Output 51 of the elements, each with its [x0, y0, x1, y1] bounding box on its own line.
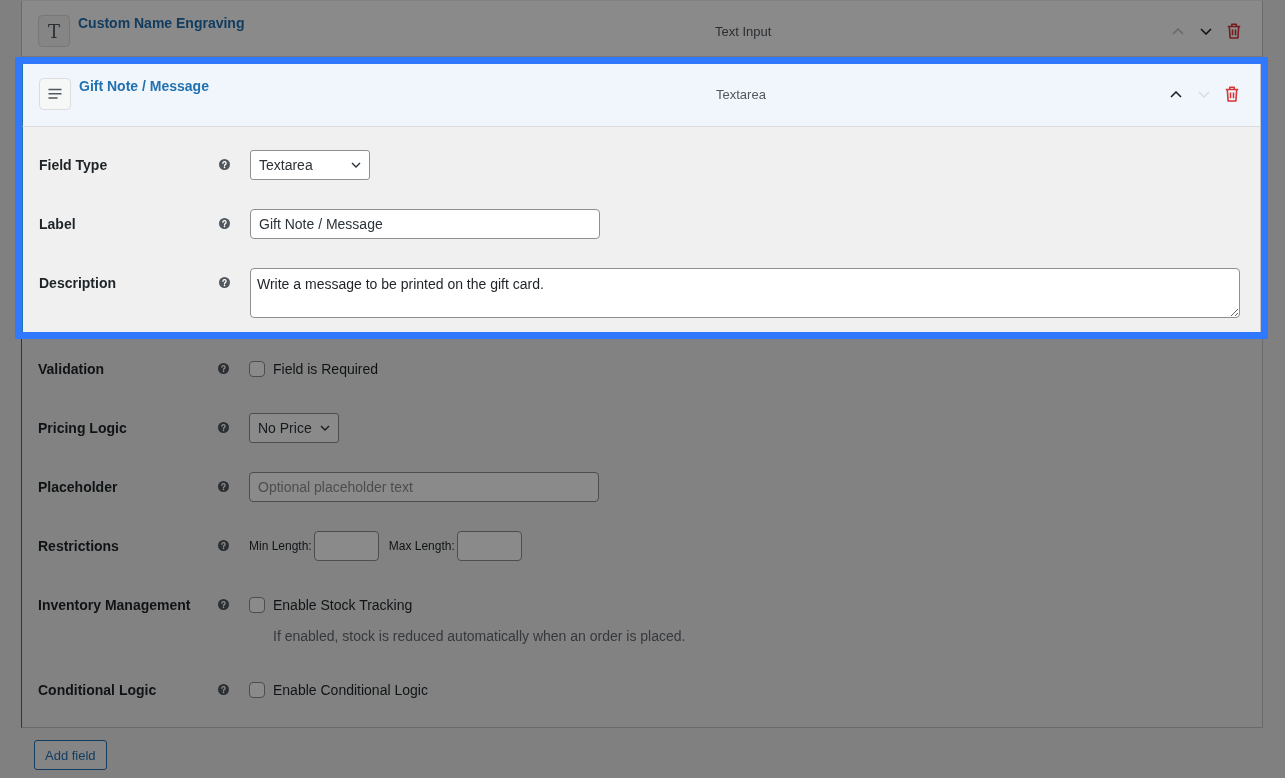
min-length-label: Min Length: [249, 539, 312, 553]
caret-icon [319, 425, 330, 431]
text-input[interactable]: Gift Note / Message [250, 209, 600, 239]
text-input[interactable]: Optional placeholder text [249, 472, 599, 502]
chevron-up-icon [1170, 90, 1182, 98]
help-icon[interactable] [218, 363, 229, 374]
setting-label: Pricing Logic [38, 419, 127, 438]
chevron-down-icon [1200, 27, 1212, 35]
max-length-input[interactable] [456, 531, 522, 561]
add-field-button[interactable]: Add field [34, 740, 107, 770]
chevron-up-icon [1172, 27, 1184, 35]
setting-label: Conditional Logic [38, 681, 157, 700]
trash-icon [1225, 86, 1239, 102]
dropdown-select[interactable]: No Price [249, 413, 339, 443]
help-icon[interactable] [218, 422, 229, 433]
checkbox[interactable] [249, 597, 265, 613]
checkbox[interactable] [249, 682, 265, 698]
checkbox-label[interactable]: Enable Stock Tracking [273, 597, 413, 613]
paragraph-lines-icon [39, 78, 71, 110]
field-title[interactable]: Custom Name Engraving [78, 15, 245, 31]
max-length-label: Max Length: [388, 539, 455, 553]
setting-label: Placeholder [38, 478, 118, 497]
setting-label: Inventory Management [38, 596, 191, 615]
help-text: If enabled, stock is reduced automatically when an order is placed. [273, 627, 686, 646]
setting-label: Label [39, 215, 76, 234]
help-icon[interactable] [219, 159, 230, 170]
caret-icon [351, 162, 361, 168]
field-type-text: Text Input [715, 24, 772, 39]
min-length-input[interactable] [313, 531, 379, 561]
help-icon[interactable] [218, 599, 229, 610]
field-type-text: Textarea [716, 87, 766, 102]
textarea-field[interactable]: Write a message to be printed on the gift card. [250, 268, 1240, 318]
checkbox[interactable] [249, 361, 265, 377]
help-icon[interactable] [218, 684, 229, 695]
field-title[interactable]: Gift Note / Message [79, 78, 209, 94]
chevron-down-icon [1198, 90, 1210, 98]
help-icon[interactable] [218, 540, 229, 551]
setting-label: Restrictions [38, 537, 119, 556]
setting-label: Field Type [39, 156, 108, 175]
checkbox-label[interactable]: Enable Conditional Logic [273, 682, 428, 698]
setting-label: Description [39, 274, 116, 293]
field-header[interactable]: T Custom Name Engraving Text Input [21, 1, 1263, 57]
help-icon[interactable] [219, 218, 230, 229]
help-icon[interactable] [219, 277, 230, 288]
setting-label: Validation [38, 360, 105, 379]
text-type-icon: T [38, 15, 70, 47]
field-header[interactable]: Gift Note / Message Textarea [22, 64, 1261, 127]
trash-icon [1227, 23, 1241, 39]
dropdown-select[interactable]: Textarea [250, 150, 370, 180]
help-icon[interactable] [218, 481, 229, 492]
checkbox-label[interactable]: Field is Required [273, 361, 379, 377]
